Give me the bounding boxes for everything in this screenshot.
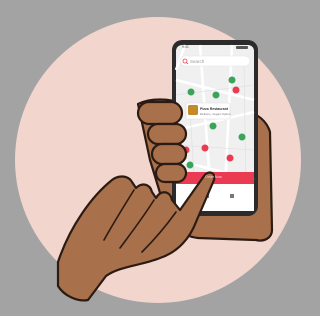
order-button-label[interactable]: Order Now xyxy=(205,175,222,180)
signal-indicator xyxy=(236,46,248,49)
illustration-scene xyxy=(15,17,301,303)
status-time: 9:41 xyxy=(182,45,189,49)
restaurant-subtitle: Delivery, Vegan Option xyxy=(200,112,231,116)
profile-icon[interactable] xyxy=(230,194,234,198)
search-input[interactable]: Search xyxy=(190,59,204,65)
restaurant-thumbnail xyxy=(188,105,198,115)
restaurant-title: Pizza Restaurant xyxy=(200,107,229,111)
